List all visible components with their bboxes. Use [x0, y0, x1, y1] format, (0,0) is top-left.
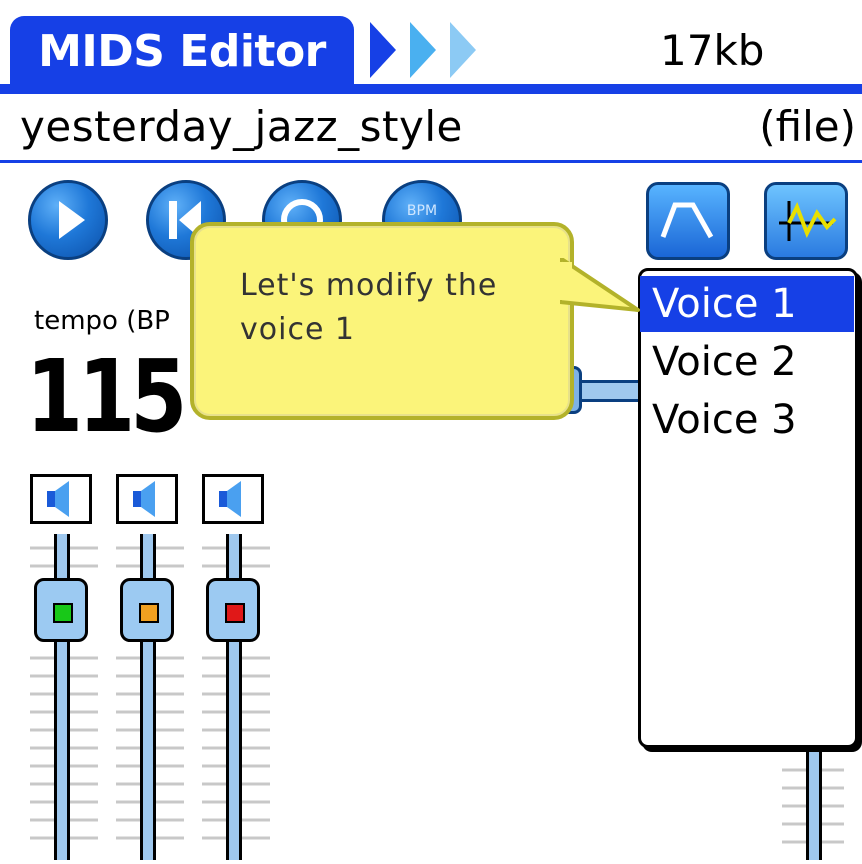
channel-2-led — [139, 603, 159, 623]
arrow-right-icon — [370, 22, 396, 78]
speaker-icon — [47, 481, 69, 517]
right-fader-track[interactable] — [806, 750, 822, 860]
callout-pointer — [560, 258, 640, 312]
arrow-right-icon — [450, 22, 476, 78]
voice-item-3[interactable]: Voice 3 — [640, 392, 854, 448]
speaker-icon — [133, 481, 155, 517]
channel-3-mute-button[interactable] — [202, 474, 264, 524]
filename-row: yesterday_jazz_style (file) — [0, 96, 862, 163]
file-size: 17kb — [660, 26, 765, 75]
channel-3-fader-knob[interactable] — [206, 578, 260, 642]
channel-1-led — [53, 603, 73, 623]
channel-3-led — [225, 603, 245, 623]
voice-item-2[interactable]: Voice 2 — [640, 334, 854, 390]
app-title[interactable]: MIDS Editor — [10, 16, 354, 88]
envelope-icon — [660, 202, 714, 239]
channel-1-fader-knob[interactable] — [34, 578, 88, 642]
channel-1-mute-button[interactable] — [30, 474, 92, 524]
file-name[interactable]: yesterday_jazz_style — [20, 102, 463, 151]
channel-2-fader-knob[interactable] — [120, 578, 174, 642]
play-button[interactable] — [28, 180, 108, 260]
file-type-button[interactable]: (file) — [759, 102, 856, 151]
arrow-right-icon — [410, 22, 436, 78]
play-icon — [59, 201, 85, 239]
speaker-icon — [219, 481, 241, 517]
voice-item-1[interactable]: Voice 1 — [640, 276, 854, 332]
waveform-button[interactable] — [764, 182, 848, 260]
tempo-value[interactable]: 115 — [26, 338, 187, 455]
waveform-icon — [779, 201, 837, 241]
channel-2-mute-button[interactable] — [116, 474, 178, 524]
svg-text:BPM: BPM — [407, 203, 437, 219]
tempo-label: tempo (BP — [34, 306, 170, 336]
envelope-button[interactable] — [646, 182, 730, 260]
callout-text: Let's modify the voice 1 — [240, 268, 498, 347]
title-underline — [0, 84, 862, 94]
